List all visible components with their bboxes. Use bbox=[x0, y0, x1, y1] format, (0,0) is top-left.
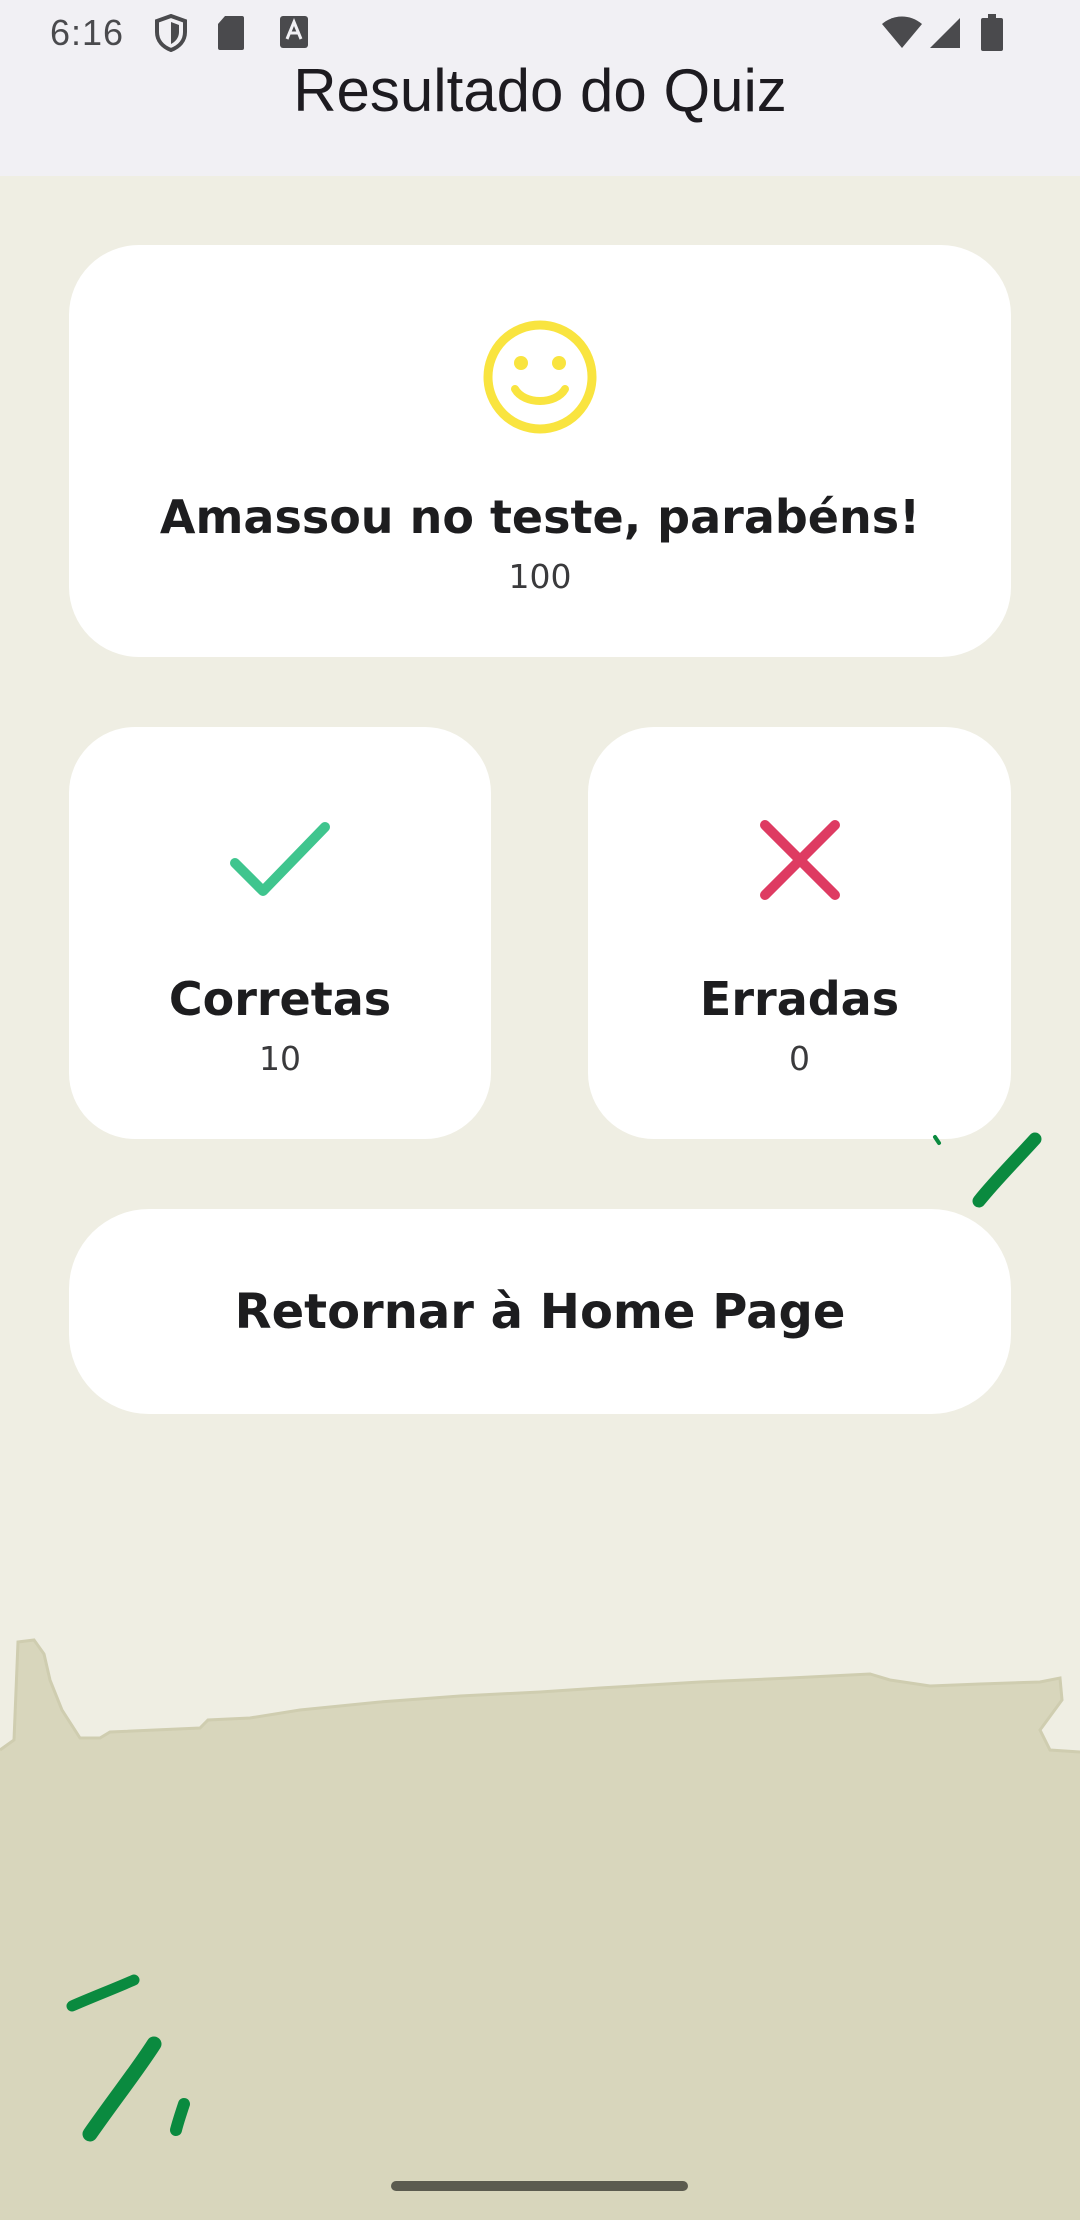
wrong-count: 0 bbox=[789, 1039, 810, 1078]
return-home-label: Retornar à Home Page bbox=[234, 1283, 846, 1340]
top-app-bar: 6:16 Resultado do Quiz bbox=[0, 0, 1080, 176]
shield-icon bbox=[155, 14, 187, 52]
wrong-label: Erradas bbox=[699, 972, 900, 1026]
correct-label: Corretas bbox=[168, 972, 392, 1026]
battery-icon bbox=[981, 14, 1003, 51]
smiley-icon bbox=[483, 320, 597, 434]
leaf-decoration-left bbox=[66, 1974, 190, 2142]
page-title: Resultado do Quiz bbox=[293, 57, 787, 124]
sd-card-icon bbox=[218, 16, 244, 50]
return-home-button[interactable]: Retornar à Home Page bbox=[69, 1209, 1011, 1414]
score-value: 100 bbox=[508, 557, 572, 596]
check-icon bbox=[230, 822, 330, 896]
wifi-icon bbox=[882, 16, 922, 48]
status-time: 6:16 bbox=[50, 12, 125, 53]
score-card: Amassou no teste, parabéns! 100 bbox=[69, 245, 1011, 657]
result-message: Amassou no teste, parabéns! bbox=[159, 490, 921, 544]
wrong-answers-card: Erradas 0 bbox=[588, 727, 1011, 1139]
leaf-decoration-right bbox=[933, 1132, 1042, 1208]
close-icon bbox=[759, 820, 840, 900]
correct-count: 10 bbox=[259, 1039, 301, 1078]
correct-answers-card: Corretas 10 bbox=[69, 727, 491, 1139]
signal-icon bbox=[930, 18, 960, 48]
gesture-nav-handle[interactable] bbox=[391, 2181, 688, 2191]
keyboard-a-icon bbox=[280, 16, 308, 48]
